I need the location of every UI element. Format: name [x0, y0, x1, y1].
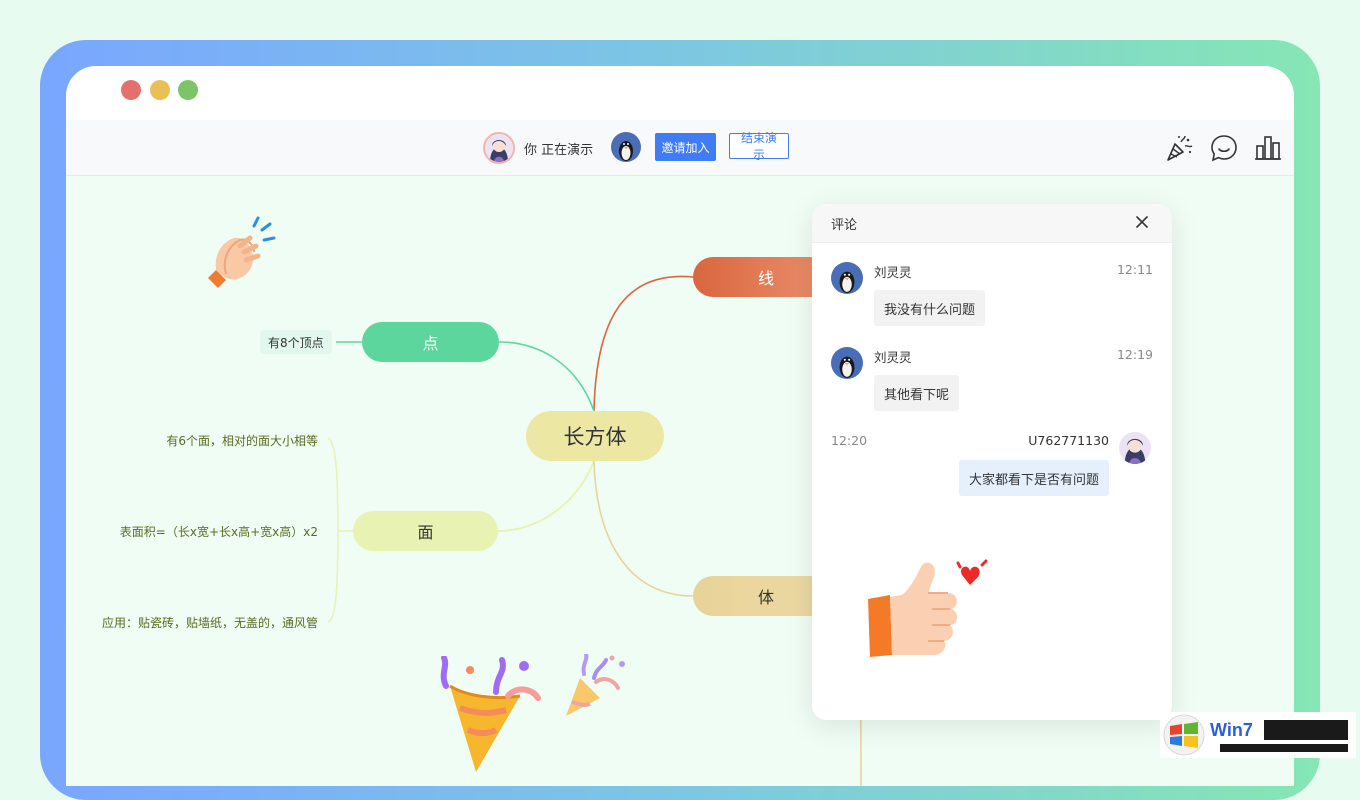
app-window: 你 正在演示 邀请加入 结束演示 — [66, 66, 1294, 786]
comment-time: 12:20 — [831, 433, 867, 448]
comments-panel: 评论 刘灵灵 12:11 我没有什么问题 — [812, 204, 1172, 720]
comment-avatar — [1119, 432, 1151, 464]
comment-bubble-own: 大家都看下是否有问题 — [959, 460, 1109, 496]
leaf-node-vertices[interactable]: 有8个顶点 — [260, 330, 332, 354]
comment-author: 刘灵灵 — [874, 347, 912, 366]
comment-time: 12:11 — [1117, 262, 1153, 277]
comment-author: 刘灵灵 — [874, 262, 912, 281]
maximize-window-button[interactable] — [178, 80, 198, 100]
minimize-window-button[interactable] — [150, 80, 170, 100]
comments-header: 评论 — [812, 204, 1172, 243]
presentation-toolbar: 你 正在演示 邀请加入 结束演示 — [66, 120, 1294, 176]
comment-avatar — [831, 347, 863, 379]
viewer-avatar — [611, 132, 641, 162]
comment-avatar — [831, 262, 863, 294]
close-window-button[interactable] — [121, 80, 141, 100]
watermark-text: Win7 — [1210, 720, 1253, 740]
title-bar — [66, 66, 1294, 120]
comment-bubble: 我没有什么问题 — [874, 290, 985, 326]
comment-author: U762771130 — [1028, 433, 1109, 448]
watermark-logo: Win7 — [1160, 712, 1356, 758]
leaf-node-face-count[interactable]: 有6个面，相对的面大小相等 — [166, 432, 318, 449]
party-popper-sticker-icon — [436, 656, 546, 776]
invite-button[interactable]: 邀请加入 — [655, 133, 716, 161]
end-presentation-button[interactable]: 结束演示 — [729, 133, 789, 159]
clapping-hands-icon — [196, 216, 276, 296]
leaf-node-applications[interactable]: 应用：贴瓷砖，贴墙纸，无盖的，通风管 — [102, 614, 318, 631]
party-popper-icon[interactable] — [1164, 133, 1194, 163]
close-icon[interactable] — [1134, 214, 1150, 230]
branch-node-faces[interactable]: 面 — [353, 511, 498, 551]
root-node[interactable]: 长方体 — [526, 411, 664, 461]
presenter-avatar — [483, 132, 515, 164]
branch-node-points[interactable]: 点 — [362, 322, 499, 362]
party-popper-small-icon — [560, 654, 632, 720]
stats-icon[interactable] — [1253, 133, 1283, 163]
leaf-node-surface-area[interactable]: 表面积=（长x宽+长x高+宽x高）x2 — [120, 523, 318, 540]
comment-icon[interactable] — [1209, 133, 1239, 163]
comment-bubble: 其他看下呢 — [874, 375, 959, 411]
thumbs-up-icon — [862, 559, 992, 669]
comment-time: 12:19 — [1117, 347, 1153, 362]
presenting-status: 你 正在演示 — [524, 139, 593, 158]
comments-title: 评论 — [831, 214, 857, 233]
